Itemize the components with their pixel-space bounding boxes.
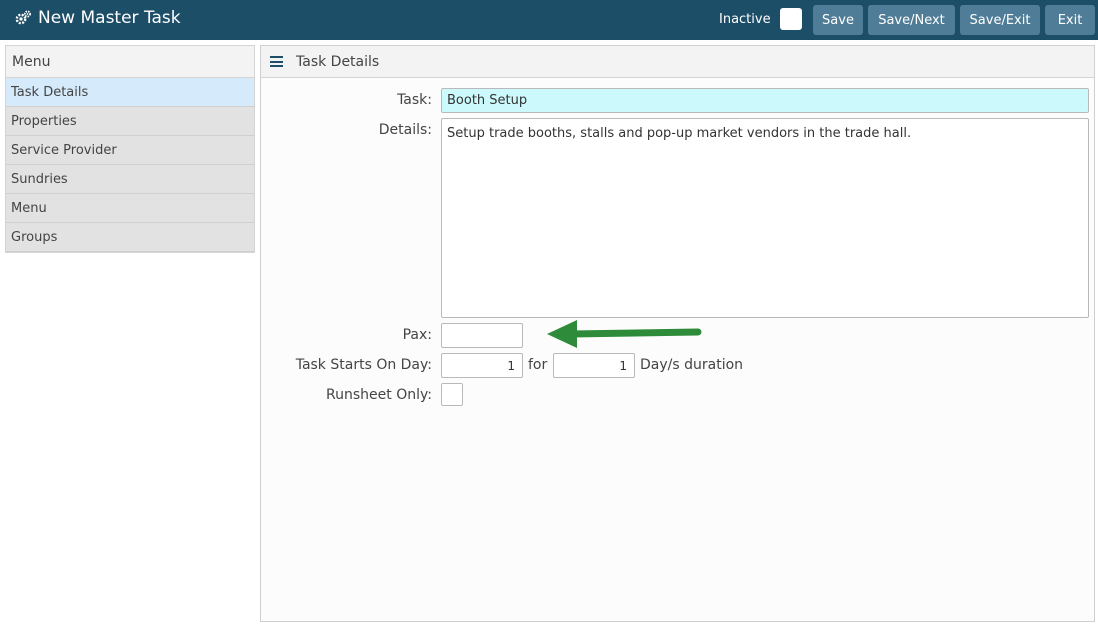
window-title-text: New Master Task <box>38 8 181 28</box>
panel-header: Task Details <box>261 46 1094 78</box>
details-label: Details: <box>378 122 432 138</box>
sidebar-menu: Menu Task Details Properties Service Pro… <box>5 45 255 253</box>
save-button[interactable]: Save <box>813 5 863 35</box>
inactive-toggle: Inactive <box>719 8 802 30</box>
task-label: Task: <box>397 92 432 108</box>
inactive-label: Inactive <box>719 11 771 27</box>
runsheet-checkbox[interactable] <box>441 383 463 406</box>
pax-label: Pax: <box>402 327 432 343</box>
hamburger-icon[interactable] <box>270 56 283 67</box>
cogs-icon <box>15 10 31 25</box>
details-textarea[interactable]: Setup trade booths, stalls and pop-up ma… <box>441 118 1089 318</box>
top-bar: New Master Task Inactive Save Save/Next … <box>0 0 1098 40</box>
sidebar-item-task-details[interactable]: Task Details <box>6 78 254 107</box>
pax-input[interactable] <box>441 323 523 348</box>
task-input[interactable]: Booth Setup <box>441 88 1089 113</box>
start-day-input[interactable]: 1 <box>441 353 523 378</box>
exit-button[interactable]: Exit <box>1045 5 1095 35</box>
sidebar-item-groups[interactable]: Groups <box>6 223 254 252</box>
panel-title: Task Details <box>296 53 380 70</box>
sidebar-item-properties[interactable]: Properties <box>6 107 254 136</box>
sidebar-item-sundries[interactable]: Sundries <box>6 165 254 194</box>
window-title: New Master Task <box>14 8 181 28</box>
for-label: for <box>528 357 548 373</box>
green-arrow-icon <box>547 320 702 348</box>
duration-suffix-label: Day/s duration <box>640 357 744 373</box>
save-next-button[interactable]: Save/Next <box>868 5 955 35</box>
sidebar-item-service-provider[interactable]: Service Provider <box>6 136 254 165</box>
save-exit-button[interactable]: Save/Exit <box>960 5 1040 35</box>
task-start-label: Task Starts On Day: <box>295 357 432 373</box>
inactive-checkbox[interactable] <box>779 8 802 30</box>
sidebar-title: Menu <box>6 46 254 78</box>
duration-input[interactable]: 1 <box>553 353 635 378</box>
sidebar-item-menu[interactable]: Menu <box>6 194 254 223</box>
runsheet-label: Runsheet Only: <box>326 387 432 403</box>
